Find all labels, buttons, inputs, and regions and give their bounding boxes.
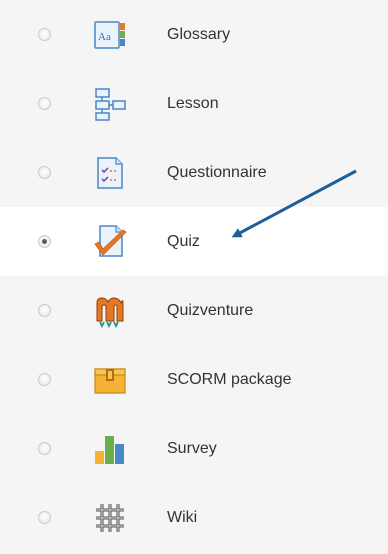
activity-label-quizventure: Quizventure — [167, 301, 254, 319]
radio-button-scorm-package[interactable] — [38, 372, 51, 386]
activity-option-glossary[interactable]: Aa Glossary — [0, 0, 388, 69]
activity-label-questionnaire: Questionnaire — [167, 163, 267, 181]
activity-label-wiki: Wiki — [167, 508, 198, 526]
activity-chooser-list: Aa Glossary Lesson Questionnaire Quiz Qu… — [0, 0, 388, 554]
quizventure-icon — [92, 293, 128, 329]
activity-label-survey: Survey — [167, 439, 217, 457]
glossary-icon: Aa — [92, 17, 128, 53]
activity-option-scorm-package[interactable]: SCORM package — [0, 345, 388, 414]
radio-button-quizventure[interactable] — [38, 303, 51, 317]
quiz-icon — [92, 224, 128, 260]
activity-option-lesson[interactable]: Lesson — [0, 69, 388, 138]
activity-label-scorm-package: SCORM package — [167, 370, 292, 388]
activity-label-lesson: Lesson — [167, 94, 219, 112]
activity-option-quizventure[interactable]: Quizventure — [0, 276, 388, 345]
activity-option-wiki[interactable]: Wiki — [0, 483, 388, 552]
radio-button-survey[interactable] — [38, 441, 51, 455]
radio-button-quiz[interactable] — [38, 234, 51, 248]
svg-text:Aa: Aa — [98, 31, 111, 43]
radio-button-wiki[interactable] — [38, 510, 51, 524]
questionnaire-icon — [92, 155, 128, 191]
activity-option-quiz[interactable]: Quiz — [0, 207, 388, 276]
survey-icon — [92, 431, 128, 467]
lesson-icon — [92, 86, 128, 122]
scorm-package-icon — [92, 362, 128, 398]
activity-label-glossary: Glossary — [167, 25, 231, 43]
activity-option-survey[interactable]: Survey — [0, 414, 388, 483]
activity-label-quiz: Quiz — [167, 232, 200, 250]
activity-option-questionnaire[interactable]: Questionnaire — [0, 138, 388, 207]
radio-button-questionnaire[interactable] — [38, 165, 51, 179]
radio-button-glossary[interactable] — [38, 27, 51, 41]
wiki-icon — [92, 500, 128, 536]
radio-button-lesson[interactable] — [38, 96, 51, 110]
